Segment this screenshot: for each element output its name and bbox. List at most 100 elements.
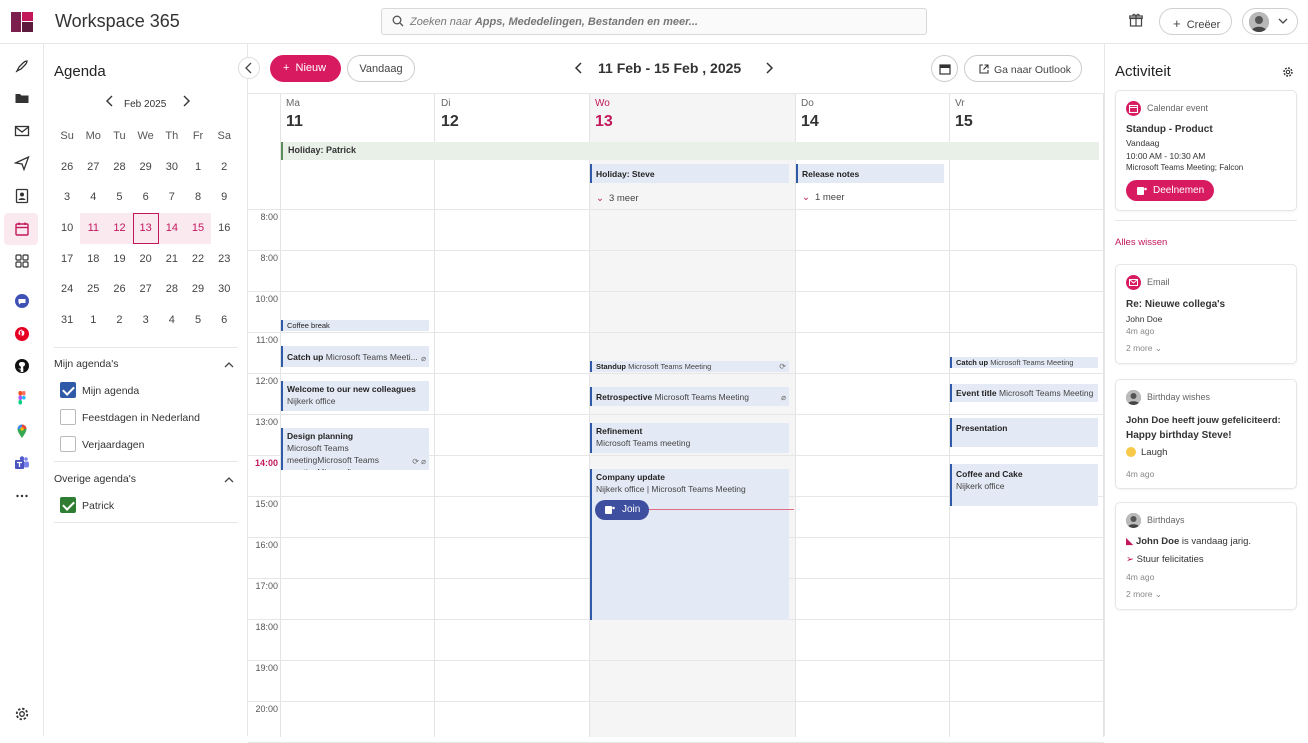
event-coffee-and-cake[interactable]: Coffee and Cake Nijkerk office [950,464,1098,506]
checkbox-feestdagen[interactable] [60,409,76,425]
mini-calendar-day[interactable]: 20 [133,244,159,275]
my-calendars-header[interactable]: Mijn agenda's [54,358,238,378]
mini-calendar-day[interactable]: 19 [106,244,132,275]
new-event-button[interactable]: + Nieuw [270,55,341,82]
day-header-wed[interactable]: Wo 13 [595,98,613,131]
mini-calendar-day[interactable]: 25 [80,274,106,305]
next-month-icon[interactable] [180,94,192,108]
apps-grid-icon[interactable] [14,253,30,269]
allday-event-holiday-patrick[interactable]: Holiday: Patrick [281,142,1099,160]
day-header-thu[interactable]: Do 14 [801,98,819,131]
create-button[interactable]: + Creëer [1159,8,1232,35]
reaction-laugh[interactable]: Laugh [1126,447,1167,458]
teams-icon[interactable] [14,455,30,471]
mini-calendar-day[interactable]: 23 [211,244,237,275]
other-calendars-header[interactable]: Overige agenda's [54,473,238,493]
mini-calendar-day[interactable]: 28 [106,152,132,183]
mini-calendar-day[interactable]: 2 [211,152,237,183]
mini-calendar-day[interactable]: 12 [106,213,133,244]
mini-calendar-day[interactable]: 16 [211,213,237,244]
activity-card-birthdays[interactable]: Birthdays ◣ John Doe is vandaag jarig. ➢… [1115,502,1297,610]
prev-week-icon[interactable] [573,61,585,75]
gear-icon[interactable] [1282,66,1294,78]
next-week-icon[interactable] [763,61,775,75]
mini-calendar-day[interactable]: 27 [133,274,159,305]
event-presentation[interactable]: Presentation [950,418,1098,447]
more-icon[interactable] [14,488,30,504]
mini-calendar-day[interactable]: 26 [54,152,80,183]
event-event-title[interactable]: Event title Microsoft Teams Meeting [950,384,1098,402]
day-header-tue[interactable]: Di 12 [441,98,459,131]
mini-calendar-day[interactable]: 24 [54,274,80,305]
mini-calendar-day[interactable]: 26 [106,274,132,305]
mini-calendar-day[interactable]: 22 [185,244,211,275]
mini-calendar-day[interactable]: 30 [211,274,237,305]
activity-card-calendar[interactable]: Calendar event Standup - Product Vandaag… [1115,90,1297,211]
mini-calendar-day[interactable]: 1 [185,152,211,183]
mini-calendar-day[interactable]: 29 [185,274,211,305]
today-button[interactable]: Vandaag [347,55,415,82]
clear-all-link[interactable]: Alles wissen [1115,237,1167,248]
mini-calendar-day[interactable]: 9 [211,182,237,213]
event-design-planning[interactable]: Design planning Microsoft Teams meetingMi… [281,428,429,470]
outlook-button[interactable]: Ga naar Outlook [964,55,1082,82]
join-button[interactable]: Deelnemen [1126,180,1214,201]
mini-calendar-day[interactable]: 1 [80,305,106,336]
activity-card-email[interactable]: Email Re: Nieuwe collega's John Doe 4m a… [1115,264,1297,364]
search-input[interactable]: Zoeken naar Apps, Mededelingen, Bestande… [381,8,927,35]
mini-calendar-day[interactable]: 6 [133,182,159,213]
event-standup[interactable]: Standup Microsoft Teams Meeting ⟳ [590,361,789,372]
mini-calendar-day[interactable]: 13 [132,213,159,244]
collapse-panel-button[interactable] [238,57,260,79]
day-header-mon[interactable]: Ma 11 [286,98,303,131]
pinterest-icon[interactable] [14,326,30,342]
mini-calendar-day[interactable]: 6 [211,305,237,336]
user-menu-button[interactable] [1242,8,1298,35]
event-company-update[interactable]: Company update Nijkerk office | Microsoft… [590,469,789,620]
mini-calendar-day[interactable]: 5 [106,182,132,213]
mini-calendar-day[interactable]: 4 [159,305,185,336]
mini-calendar-day[interactable]: 29 [133,152,159,183]
send-congratulations-link[interactable]: ➢ Stuur felicitaties [1126,554,1204,565]
contacts-icon[interactable] [14,188,30,204]
mini-calendar-day[interactable]: 4 [80,182,106,213]
more-events-wed[interactable]: ⌄ 3 meer [596,193,639,204]
mini-calendar-day[interactable]: 7 [159,182,185,213]
mini-calendar-day[interactable]: 2 [106,305,132,336]
chat-icon[interactable] [14,293,30,309]
rocket-icon[interactable] [14,58,30,74]
send-icon[interactable] [14,155,30,171]
mini-calendar-day[interactable]: 10 [54,213,80,244]
mini-calendar-day[interactable]: 3 [54,182,80,213]
github-icon[interactable] [14,358,30,374]
gift-icon[interactable] [1129,13,1143,27]
mini-calendar-day[interactable]: 17 [54,244,80,275]
allday-event-release-notes[interactable]: Release notes [796,164,944,183]
event-retrospective[interactable]: Retrospective Microsoft Teams Meeting ⌀ [590,387,789,406]
event-coffee-break[interactable]: Coffee break [281,320,429,331]
mini-calendar-day[interactable]: 15 [184,213,212,244]
mini-calendar-day[interactable]: 14 [158,213,185,244]
mini-calendar-day[interactable]: 30 [159,152,185,183]
event-catch-up-mon[interactable]: Catch up Microsoft Teams Meeti... ⌀ [281,346,429,367]
mini-calendar-day[interactable]: 21 [159,244,185,275]
folder-icon[interactable] [14,90,30,106]
mini-calendar-day[interactable]: 18 [80,244,106,275]
checkbox-mijn-agenda[interactable] [60,382,76,398]
settings-icon[interactable] [14,706,30,722]
mini-calendar-day[interactable]: 28 [159,274,185,305]
more-events-thu[interactable]: ⌄ 1 meer [802,192,845,203]
event-catch-up-fri[interactable]: Catch up Microsoft Teams Meeting [950,357,1098,368]
mini-calendar-day[interactable]: 5 [185,305,211,336]
mail-icon[interactable] [14,123,30,139]
date-picker-button[interactable] [931,55,958,82]
checkbox-patrick[interactable] [60,497,76,513]
activity-card-birthday-wishes[interactable]: Birthday wishes John Doe heeft jouw gefe… [1115,379,1297,489]
allday-event-holiday-steve[interactable]: Holiday: Steve [590,164,789,183]
mini-calendar-day[interactable]: 3 [133,305,159,336]
show-more-link[interactable]: 2 more ⌄ [1126,589,1162,600]
mini-calendar-day[interactable]: 11 [80,213,107,244]
calendar-icon[interactable] [14,221,30,237]
day-header-fri[interactable]: Vr 15 [955,98,973,131]
show-more-link[interactable]: 2 more ⌄ [1126,343,1162,354]
